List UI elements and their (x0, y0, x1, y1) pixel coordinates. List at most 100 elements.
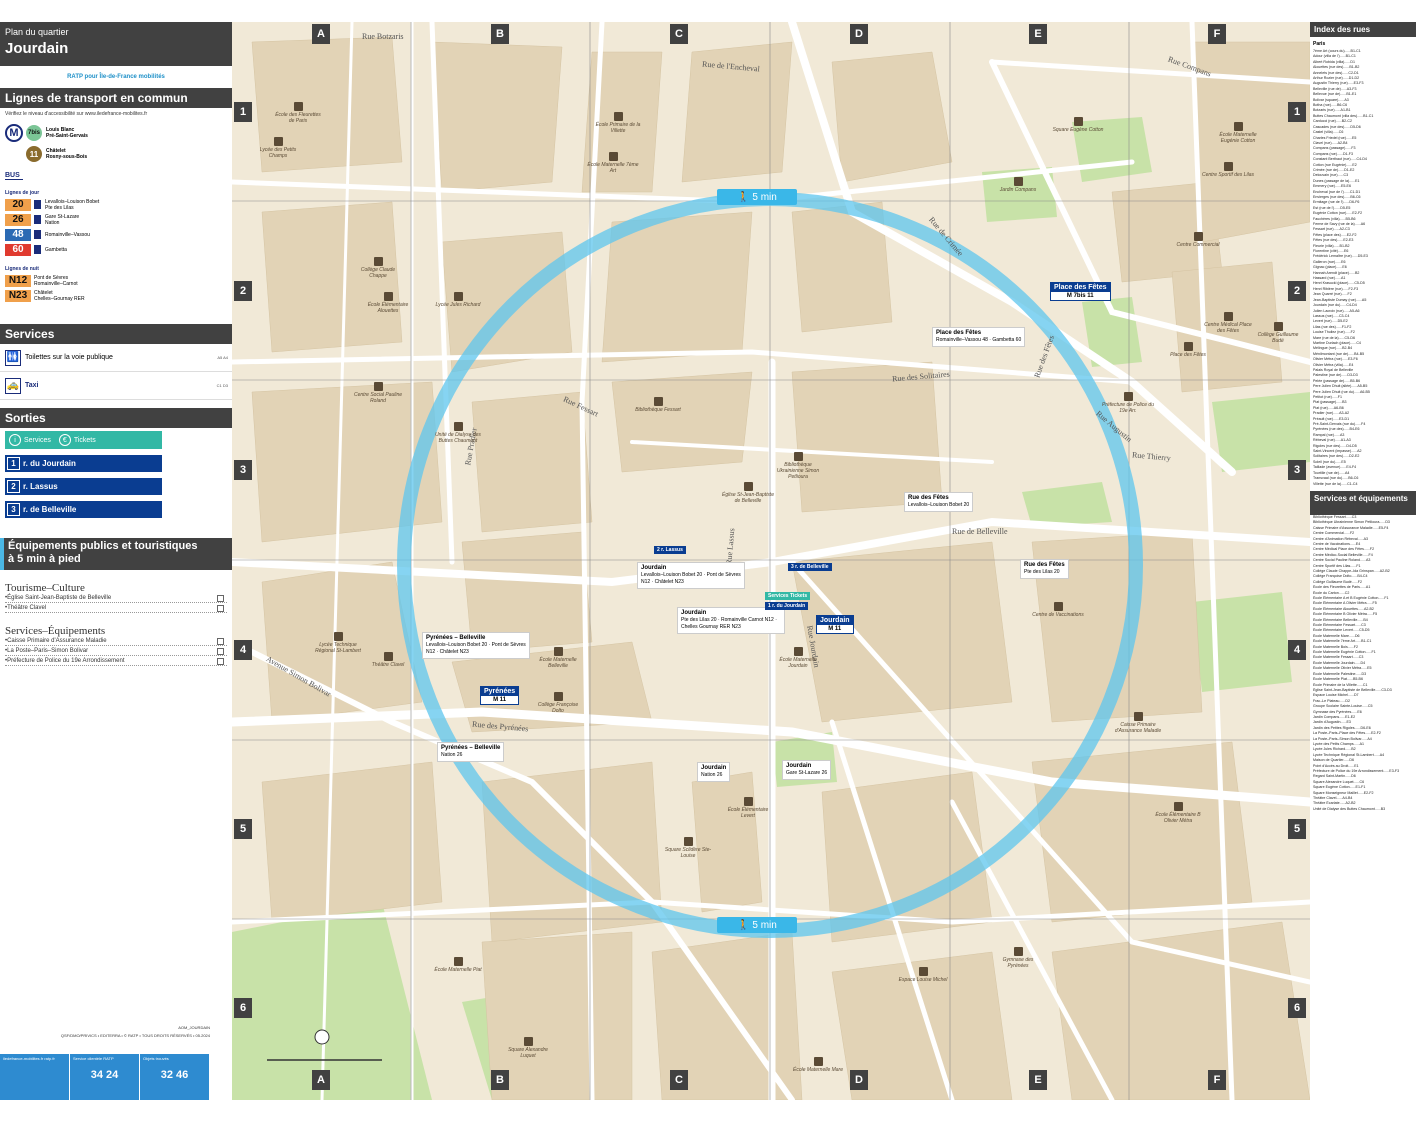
metro-station-st3[interactable]: Place des Fêtes M 7bis 11 (1050, 282, 1111, 301)
poi-label[interactable]: Centre Médical Place des Fêtes (1202, 322, 1254, 334)
building-icon (744, 797, 753, 806)
building-icon (274, 137, 283, 146)
bus-number-badge: N12 (5, 274, 31, 287)
poi-label[interactable]: Square Sclidère Ste-Louise (662, 847, 714, 859)
building-icon (384, 292, 393, 301)
building-icon (554, 692, 563, 701)
poi-label[interactable]: École Maternelle Belleville (532, 657, 584, 669)
grid-column-F-top: F (1208, 24, 1226, 44)
poi-label[interactable]: École des Fleurettes de Paris (272, 112, 324, 124)
exit-1-label: r. du Jourdain (23, 459, 76, 468)
poi-label[interactable]: Jardin Compans (992, 187, 1044, 193)
exit-tag[interactable]: 3 r. de Belleville (788, 563, 832, 571)
page-title: Jourdain (5, 40, 69, 57)
bus-stop-card[interactable]: Rue des Fêtes Pte des Lilas 20 (1020, 559, 1069, 579)
tourism-item: •Théâtre Clavel (5, 605, 227, 613)
bus-stop-card[interactable]: Rue des Fêtes Levallois–Louison Bobet 20 (904, 492, 974, 512)
equipment-title-line-2: à 5 min à pied (8, 553, 81, 565)
line-7bis-terminus-2: Pré-Saint-Gervais (46, 133, 88, 139)
info-icon: i (9, 434, 21, 446)
poi-label[interactable]: École Élémentaire Alouettes (362, 302, 414, 314)
bus-stop-card[interactable]: Jourdain Nation 26 (697, 762, 731, 782)
poi-label[interactable]: Centre Sportif des Lilas (1202, 172, 1254, 178)
tourism-title: Tourisme–Culture (5, 582, 85, 594)
poi-label[interactable]: École Maternelle 7ème Art (587, 162, 639, 174)
poi-label[interactable]: Square Eugène Cotton (1052, 127, 1104, 133)
poi-label[interactable]: École Maternelle Eugénie Cotton (1212, 132, 1264, 144)
poi-label[interactable]: École Maternelle Piat (432, 967, 484, 973)
poi-label[interactable]: École Primaire de la Villette (592, 122, 644, 134)
poi-label[interactable]: Centre Social Pauline Roland (352, 392, 404, 404)
street-label: Rue de Belleville (952, 527, 1008, 536)
poi-label[interactable]: Espace Louise Michel (897, 977, 949, 983)
poi-label[interactable]: Unité de Dialyse des Buttes Chaumont (432, 432, 484, 444)
building-icon (614, 112, 623, 121)
exit-3: 3 r. de Belleville (5, 501, 162, 518)
bus-stop-name: Jourdain (641, 565, 667, 571)
exit-tag[interactable]: 1 r. du Jourdain (765, 602, 809, 610)
bus-terminus: Châtelet Chelles–Gournay RER (34, 290, 85, 302)
poi-label[interactable]: École Maternelle Mare (792, 1067, 844, 1073)
bus-stop-card[interactable]: Pyrénées – Belleville Nation 26 (437, 742, 505, 762)
ticket-icon: € (58, 434, 71, 446)
poi-label[interactable]: Caisse Primaire d'Assurance Maladie (1112, 722, 1164, 734)
neighborhood-map[interactable]: A A B B C C D D E E F F 1 1 2 2 3 3 4 4 5 5 6 6 🚶 5 min 🚶 5 min… (232, 22, 1310, 1100)
wheelchair-icon (34, 200, 41, 209)
websites[interactable]: iledefrance-mobilites.fr ratp.fr (0, 1054, 70, 1100)
logo-text: RATP pour Île-de-France mobilités (67, 74, 165, 80)
poi-label[interactable]: École Maternelle Jourdain (772, 657, 824, 669)
poi-label[interactable]: Lycée Technique Régional St-Lambert (312, 642, 364, 654)
exit-3-number: 3 (7, 503, 20, 516)
metro-station-st1[interactable]: Jourdain M 11 (816, 615, 854, 634)
bus-stop-card[interactable]: Pyrénées – Belleville Levallois–Louison B… (422, 632, 530, 659)
grid-row-1-right: 1 (1288, 102, 1306, 122)
poi-label[interactable]: École Élémentaire B Olivier Métra (1152, 812, 1204, 824)
poi-label[interactable]: Collège Guillaume Budé (1252, 332, 1304, 344)
bus-stop-card[interactable]: Jourdain Pte des Lilas 20 · Romainville C… (677, 607, 785, 634)
building-icon (1234, 122, 1243, 131)
poi-label[interactable]: Lycée des Petits Champs (252, 147, 304, 159)
poi-label[interactable]: Gymnase des Pyrénées (992, 957, 1044, 969)
poi-label[interactable]: Centre Commercial (1172, 242, 1224, 248)
poi-label[interactable]: Bibliothèque Fessart (632, 407, 684, 413)
station-lines: M 11 (828, 626, 842, 632)
walk-time-bottom: 🚶 5 min (717, 917, 797, 933)
poi-label[interactable]: Collège Françoise Dolto (532, 702, 584, 714)
grid-column-B-top: B (491, 24, 509, 44)
poi-label[interactable]: Église St-Jean-Baptiste de Belleville (722, 492, 774, 504)
bus-stop-lines: Pte des Lilas 20 (1024, 569, 1060, 575)
terminus-1: Gambetta (45, 246, 67, 253)
poi-label[interactable]: École Élémentaire Levert (722, 807, 774, 819)
exit-tag[interactable]: Services Tickets (765, 592, 811, 600)
poi-label[interactable]: Théâtre Clavel (362, 662, 414, 668)
bus-stop-card[interactable]: Place des Fêtes Romainville–Vassou 48 · G… (932, 327, 1026, 347)
service-taxi-ref: C1 D3 (216, 383, 228, 388)
bus-stop-lines: Romainville–Vassou 48 · Gambetta 60 (936, 337, 1022, 343)
building-icon (1014, 947, 1023, 956)
poi-label[interactable]: Bibliothèque Ukrainienne Simon Petlioura (772, 462, 824, 480)
grid-row-6-right: 6 (1288, 998, 1306, 1018)
poi-label[interactable]: Place des Fêtes (1162, 352, 1214, 358)
poi-label[interactable]: Centre de Vaccinations (1032, 612, 1084, 618)
bus-line-60: 60 Gambetta (5, 243, 227, 256)
lost-found-phone[interactable]: 32 46 (143, 1069, 206, 1081)
customer-service-phone[interactable]: 34 24 (73, 1069, 136, 1081)
poi-label[interactable]: Lycée Jules Richard (432, 302, 484, 308)
poi-label[interactable]: Collège Claude Chappe (352, 267, 404, 279)
station-lines: M 7bis 11 (1066, 293, 1094, 299)
bus-stop-card[interactable]: Jourdain Levallois–Louison Bobet 20 · Pon… (637, 562, 745, 589)
bus-stop-name: Rue des Fêtes (908, 495, 949, 501)
bus-stop-card[interactable]: Jourdain Gare St-Lazare 26 (782, 760, 832, 780)
bus-line-N12: N12 Pont de Sèvres Romainville–Carnot (5, 274, 227, 287)
metro-station-st2[interactable]: Pyrénées M 11 (480, 686, 520, 705)
grid-row-4-right: 4 (1288, 640, 1306, 660)
bus-line-20: 20 Levallois–Louison Bobet Pte des Lilas (5, 198, 227, 211)
terminus-2: Romainville–Carnot (34, 280, 78, 287)
poi-label[interactable]: Square Alexandre Luquet (502, 1047, 554, 1059)
poi-label[interactable]: Préfecture de Police du 19e Arr. (1102, 402, 1154, 414)
index-city: Paris (1313, 41, 1326, 47)
exit-tag[interactable]: 2 r. Lassus (654, 546, 686, 554)
bus-line-48: 48 Romainville–Vassou (5, 228, 227, 241)
bus-stop-lines: Levallois–Louison Bobet 20 · Pont de Sèv… (641, 572, 741, 585)
taxi-icon: 🚕 (5, 377, 21, 394)
